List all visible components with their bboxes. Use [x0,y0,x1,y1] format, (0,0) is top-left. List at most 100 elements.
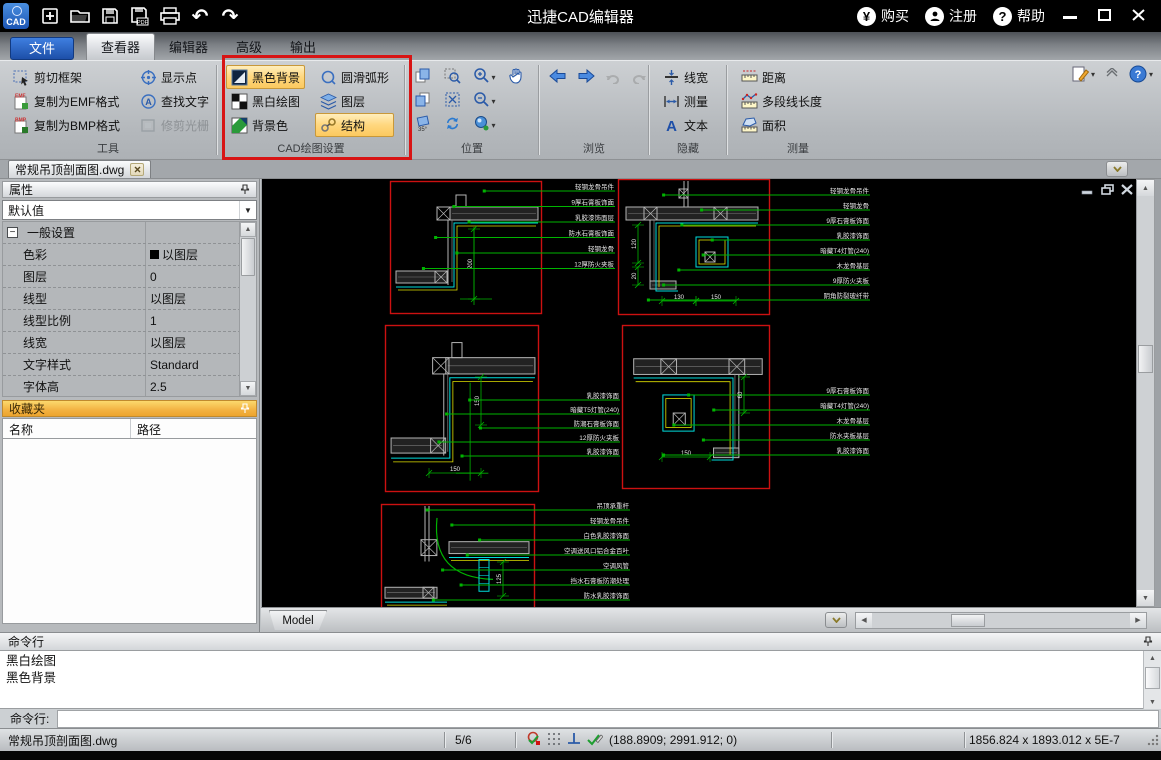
dropdown-arrow-icon[interactable]: ▾ [491,97,495,106]
scrollbar-thumb[interactable] [1145,667,1160,689]
buy-button[interactable]: ¥购买 [851,6,915,26]
scroll-down-icon[interactable]: ▼ [1144,695,1161,709]
print-button[interactable] [155,3,185,29]
dropdown-arrow-icon[interactable]: ▾ [491,121,495,130]
tab-editor[interactable]: 编辑器 [155,34,222,60]
zoom-extents-button[interactable] [444,91,468,111]
command-log[interactable]: 黑白绘图黑色背景 [0,651,1161,709]
ribbon-help-button[interactable]: ?▾ [1129,65,1153,83]
favorites-col-name[interactable]: 名称 [3,419,131,438]
save-as-pdf-button[interactable]: PDF [125,3,155,29]
canvas-vertical-scrollbar[interactable]: ▲ ▼ [1136,179,1155,607]
model-tab[interactable]: Model [269,610,327,630]
tab-advanced[interactable]: 高级 [222,34,276,60]
find-text-button[interactable]: A查找文字 [135,89,214,113]
property-group-row[interactable]: −一般设置 [3,222,146,243]
cad-canvas[interactable]: 200轻钢龙骨吊件9厚石膏板饰面乳胶漆饰面层防水石膏板饰面轻钢龙骨12厚防火夹板… [262,179,1136,607]
hide-measure-button[interactable]: 测量 [658,89,720,113]
properties-scrollbar[interactable]: ▲ ▼ [239,222,256,396]
rotate-view-button[interactable]: 35° [414,115,438,135]
edit-style-button[interactable]: ▾ [1071,65,1095,83]
tab-output[interactable]: 输出 [276,34,330,60]
smooth-arc-button[interactable]: 圆滑弧形 [315,65,394,89]
measure-distance-button[interactable]: 距离 [736,65,862,89]
register-button[interactable]: 注册 [919,6,983,26]
show-points-button[interactable]: 显示点 [135,65,214,89]
scrollbar-thumb[interactable] [1138,345,1153,373]
measure-area-button[interactable]: 面积 [736,113,862,137]
favorites-list[interactable] [2,439,257,624]
command-log-scrollbar[interactable]: ▲ ▼ [1143,651,1161,709]
draw-mode-icon[interactable] [587,732,603,749]
collapse-icon[interactable]: − [7,227,18,238]
layout-dropdown-button[interactable] [825,612,847,628]
favorites-header[interactable]: 收藏夹 [2,400,257,417]
tab-file[interactable]: 文件 [10,37,74,60]
dropdown-arrow-icon[interactable]: ▾ [491,73,495,82]
scroll-up-icon[interactable]: ▲ [1144,651,1161,665]
refresh-view-button[interactable] [444,115,468,135]
property-row[interactable]: 色彩以图层 [3,244,256,266]
scrollbar-thumb[interactable] [951,614,985,627]
save-button[interactable] [95,3,125,29]
black-background-button[interactable]: 黑色背景 [226,65,305,89]
cut-frame-button[interactable]: 剪切框架 [8,65,125,89]
hide-linewidth-button[interactable]: 线宽 [658,65,720,89]
properties-preset-select[interactable]: 默认值 ▼ [2,200,257,220]
favorites-col-path[interactable]: 路径 [131,419,167,438]
command-panel-header[interactable]: 命令行 [0,632,1161,651]
scroll-up-icon[interactable]: ▲ [240,222,256,237]
zoom-window-button[interactable] [444,67,468,87]
properties-header[interactable]: 属性 [2,181,257,198]
minimize-button[interactable] [1055,5,1085,27]
collapse-ribbon-button[interactable] [1105,67,1119,81]
mdi-close-button[interactable] [1121,184,1133,195]
scroll-left-icon[interactable]: ◀ [856,613,872,628]
redo-button[interactable]: ↷ [215,3,245,29]
scroll-down-icon[interactable]: ▼ [1137,590,1154,606]
measure-polyline-button[interactable]: 多段线长度 [736,89,862,113]
property-row[interactable]: 线宽以图层 [3,332,256,354]
copy-bmp-button[interactable]: BMP复制为BMP格式 [8,113,125,137]
zoom-out-button[interactable]: ▾ [473,91,502,111]
tab-viewer[interactable]: 查看器 [86,33,155,60]
open-file-button[interactable] [65,3,95,29]
pan-button[interactable] [508,67,532,87]
command-input[interactable] [57,710,1159,728]
tab-list-dropdown-button[interactable] [1106,161,1128,177]
layers-button[interactable]: 图层 [315,89,394,113]
scrollbar-thumb[interactable] [241,238,255,276]
help-button[interactable]: ?帮助 [987,6,1051,26]
property-row[interactable]: 字体高2.5 [3,376,256,397]
ortho-toggle-icon[interactable] [567,732,581,748]
canvas-horizontal-scrollbar[interactable]: ◀ ▶ [855,612,1147,629]
maximize-button[interactable] [1089,5,1119,27]
background-color-button[interactable]: 背景色 [226,113,305,137]
hide-text-button[interactable]: A文本 [658,113,720,137]
document-tab[interactable]: 常规吊顶剖面图.dwg [8,160,151,178]
zoom-scale-button[interactable]: ▾ [473,115,502,135]
pin-icon[interactable] [240,184,250,195]
view-forward-button[interactable] [576,68,596,87]
structure-button[interactable]: 结构 [315,113,394,137]
view-back-button[interactable] [548,68,568,87]
resize-grip[interactable] [1147,734,1159,746]
pin-icon[interactable] [240,403,250,414]
grid-toggle-icon[interactable] [547,732,561,749]
send-back-button[interactable] [414,91,438,111]
pin-icon[interactable] [1143,636,1153,647]
scroll-down-icon[interactable]: ▼ [240,381,256,396]
property-row[interactable]: 文字样式Standard [3,354,256,376]
close-button[interactable] [1123,5,1153,27]
copy-emf-button[interactable]: EMF复制为EMF格式 [8,89,125,113]
property-row[interactable]: 线型以图层 [3,288,256,310]
property-row[interactable]: 线型比例1 [3,310,256,332]
mdi-restore-button[interactable] [1101,184,1114,195]
snap-toggle-icon[interactable] [526,731,541,749]
new-file-button[interactable] [35,3,65,29]
document-close-button[interactable] [130,163,144,176]
undo-button[interactable]: ↶ [185,3,215,29]
scroll-right-icon[interactable]: ▶ [1130,613,1146,628]
property-row[interactable]: 图层0 [3,266,256,288]
mdi-minimize-button[interactable] [1081,184,1094,195]
